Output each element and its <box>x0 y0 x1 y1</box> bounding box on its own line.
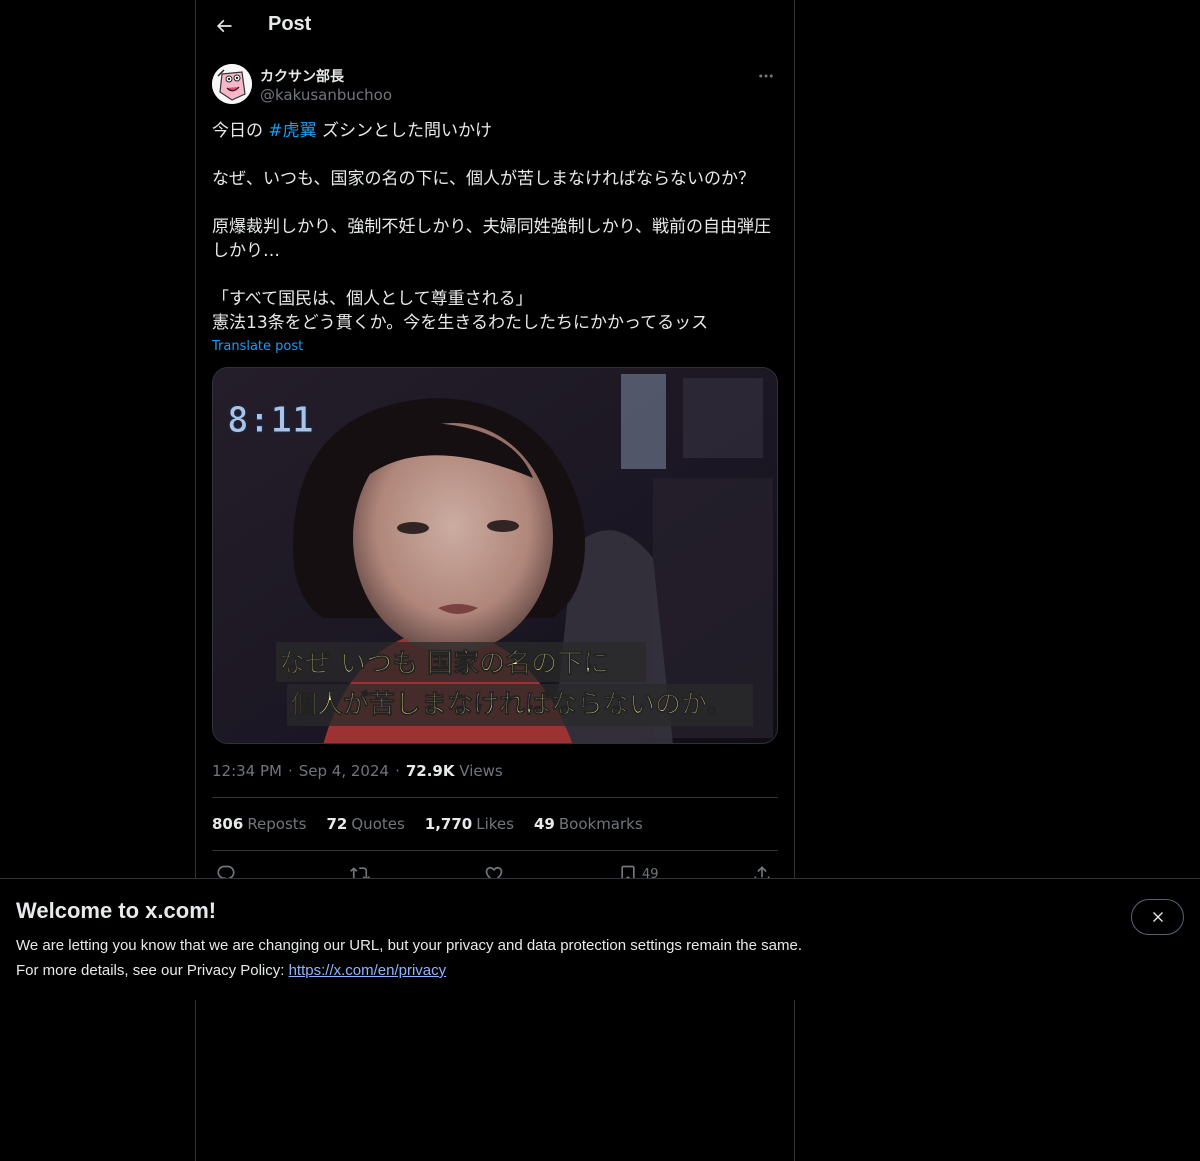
reposts-stat[interactable]: 806 Reposts <box>212 815 307 833</box>
quotes-stat[interactable]: 72 Quotes <box>327 815 405 833</box>
translate-post-link[interactable]: Translate post <box>212 339 303 354</box>
post-text-segment: 今日の <box>212 121 269 141</box>
likes-stat[interactable]: 1,770 Likes <box>425 815 514 833</box>
post-line-2: なぜ、いつも、国家の名の下に、個人が苦しまなければならないのか？ <box>212 169 755 189</box>
hashtag-link[interactable]: #虎翼 <box>268 121 316 141</box>
welcome-banner: Welcome to x.com! We are letting you kno… <box>0 878 1200 1000</box>
divider <box>212 797 778 798</box>
privacy-policy-link[interactable]: https://x.com/en/privacy <box>289 962 447 979</box>
post-date[interactable]: Sep 4, 2024 <box>299 762 389 780</box>
divider <box>212 850 778 851</box>
bookmarks-count: 49 <box>533 815 555 833</box>
bookmarks-label: Bookmarks <box>558 815 643 833</box>
post-stats: 806 Reposts 72 Quotes 1,770 Likes 49 Bookmar… <box>212 815 663 833</box>
bookmarks-stat[interactable]: 49 Bookmarks <box>534 815 643 833</box>
close-banner-button[interactable] <box>1131 899 1184 935</box>
back-button[interactable] <box>206 8 242 44</box>
banner-title: Welcome to x.com! <box>16 898 217 923</box>
banner-message: We are letting you know that we are chan… <box>16 937 802 954</box>
post-line-1: 今日の #虎翼 ズシンとした問いかけ <box>212 119 778 143</box>
post-author: カクサン部長 @kakusanbuchoo <box>212 64 778 108</box>
media-time-overlay: 8:11 <box>227 400 314 441</box>
author-handle[interactable]: @kakusanbuchoo <box>260 86 392 104</box>
post-text-segment: ズシンとした問いかけ <box>316 121 493 141</box>
quotes-label: Quotes <box>351 815 405 833</box>
likes-label: Likes <box>476 815 514 833</box>
post-media[interactable]: 8:11 なぜ いつも 国家の名の下に 個人が苦しまなければならないのか。 <box>212 367 778 744</box>
media-subtitle-line-1: なぜ いつも 国家の名の下に <box>279 648 609 679</box>
views-label: Views <box>459 762 503 780</box>
media-image: 8:11 なぜ いつも 国家の名の下に 個人が苦しまなければならないのか。 <box>213 368 777 743</box>
post-time[interactable]: 12:34 PM <box>212 762 282 780</box>
likes-count: 1,770 <box>424 815 473 833</box>
post-line-3: 原爆裁判しかり、強制不妊しかり、夫婦同姓強制しかり、戦前の自由弾圧 <box>212 217 771 237</box>
post-line-4: しかり… <box>212 241 280 261</box>
post-meta: 12:34 PM · Sep 4, 2024 · 72.9K Views <box>212 762 503 780</box>
page-title: Post <box>268 13 312 35</box>
reposts-label: Reposts <box>247 815 307 833</box>
views-count: 72.9K <box>405 762 455 780</box>
media-subtitle-line-2: 個人が苦しまなければならないのか。 <box>290 689 732 720</box>
quotes-count: 72 <box>326 815 348 833</box>
banner-privacy-line: For more details, see our Privacy Policy… <box>16 962 446 979</box>
post-line-5: 「すべて国民は、個人として尊重される」 <box>212 289 533 309</box>
page-header: Post <box>196 0 794 53</box>
more-button[interactable] <box>754 64 778 88</box>
avatar[interactable] <box>212 64 252 104</box>
post-line-6: 憲法13条をどう貫くか。今を生きるわたしたちにかかってるッス <box>212 313 709 333</box>
author-display-name[interactable]: カクサン部長 <box>260 66 344 86</box>
close-icon <box>1152 912 1163 922</box>
post-text: 今日の #虎翼 ズシンとした問いかけ なぜ、いつも、国家の名の下に、個人が苦しま… <box>212 119 778 335</box>
reposts-count: 806 <box>212 815 244 833</box>
more-icon <box>759 74 773 78</box>
banner-privacy-text: For more details, see our Privacy Policy… <box>16 962 289 979</box>
back-arrow-icon <box>216 19 232 33</box>
